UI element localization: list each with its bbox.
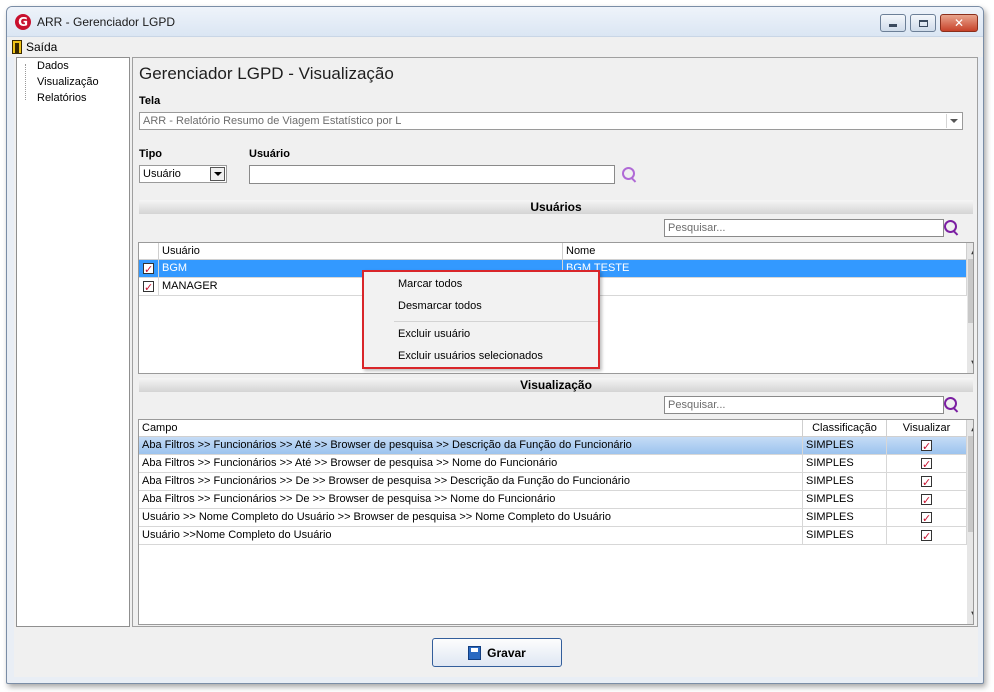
table-row[interactable]: Aba Filtros >> Funcionários >> Até >> Br… (139, 437, 967, 455)
page-title: Gerenciador LGPD - Visualização (139, 64, 394, 83)
classificacao-cell: SIMPLES (803, 527, 887, 545)
checkbox[interactable] (921, 492, 932, 509)
scroll-up-icon[interactable]: ▲ (967, 420, 973, 436)
scroll-thumb[interactable] (968, 436, 973, 532)
menu-exit[interactable]: Saída (26, 40, 57, 54)
table-row[interactable]: Usuário >> Nome Completo do Usuário >> B… (139, 509, 967, 527)
usuarios-vertical-scrollbar[interactable]: ▲ ▼ (967, 243, 973, 373)
checkbox[interactable] (143, 279, 154, 296)
visualizacao-grid: Campo Classificação Visualizar Aba Filtr… (138, 419, 974, 625)
visualizacao-vertical-scrollbar[interactable]: ▲ ▼ (967, 420, 973, 624)
campo-cell: Usuário >> Nome Completo do Usuário >> B… (139, 509, 803, 527)
tree-item-dados[interactable]: Dados (37, 60, 69, 72)
usuario-label: Usuário (249, 148, 290, 160)
tipo-select[interactable]: Usuário (139, 165, 227, 183)
tipo-select-value: Usuário (143, 168, 181, 180)
nome-cell: BGM TESTE (563, 260, 967, 278)
visualizar-cell[interactable] (887, 509, 967, 527)
usuarios-search-input[interactable]: Pesquisar... (664, 219, 944, 237)
menu-bar: Saída (7, 37, 983, 57)
menu-separator (394, 321, 598, 322)
search-icon[interactable] (944, 397, 960, 413)
tree-connector (25, 64, 26, 100)
close-icon: ✕ (953, 16, 965, 30)
usuarios-grid-header: Usuário Nome (139, 243, 967, 260)
tipo-label: Tipo (139, 148, 163, 160)
classificacao-cell: SIMPLES (803, 509, 887, 527)
save-button[interactable]: Gravar (432, 638, 562, 667)
visualizacao-section-header: Visualização (139, 378, 973, 392)
classificacao-cell: SIMPLES (803, 473, 887, 491)
floppy-disk-icon (468, 645, 482, 660)
checkbox[interactable] (921, 474, 932, 491)
menu-item-excluir-selecionados[interactable]: Excluir usuários selecionados (398, 350, 543, 362)
context-menu: Marcar todos Desmarcar todos Excluir usu… (362, 270, 600, 369)
visualizar-cell[interactable] (887, 491, 967, 509)
maximize-icon (918, 19, 928, 27)
visualizar-cell[interactable] (887, 437, 967, 455)
checkbox[interactable] (921, 528, 932, 545)
visualizacao-search-input[interactable]: Pesquisar... (664, 396, 944, 414)
scroll-down-icon[interactable]: ▼ (967, 357, 973, 373)
menu-item-excluir-usuario[interactable]: Excluir usuário (398, 328, 470, 340)
row-checkbox-cell[interactable] (139, 278, 159, 296)
navigation-tree: Dados Visualização Relatórios (16, 57, 130, 627)
table-row[interactable]: Usuário >>Nome Completo do Usuário SIMPL… (139, 527, 967, 545)
table-row[interactable]: Aba Filtros >> Funcionários >> De >> Bro… (139, 491, 967, 509)
save-button-label: Gravar (487, 645, 526, 660)
column-header-campo[interactable]: Campo (139, 420, 803, 437)
window-title: ARR - Gerenciador LGPD (37, 15, 176, 29)
tela-label: Tela (139, 95, 161, 107)
classificacao-cell: SIMPLES (803, 491, 887, 509)
column-header-usuario[interactable]: Usuário (159, 243, 563, 260)
tela-select-value: ARR - Relatório Resumo de Viagem Estatís… (143, 115, 402, 127)
table-row[interactable]: Aba Filtros >> Funcionários >> Até >> Br… (139, 455, 967, 473)
campo-cell: Aba Filtros >> Funcionários >> De >> Bro… (139, 473, 803, 491)
search-icon[interactable] (944, 220, 960, 236)
campo-cell: Aba Filtros >> Funcionários >> De >> Bro… (139, 491, 803, 509)
checkbox[interactable] (143, 261, 154, 278)
visualizacao-grid-header: Campo Classificação Visualizar (139, 420, 967, 437)
scroll-up-icon[interactable]: ▲ (967, 243, 973, 259)
classificacao-cell: SIMPLES (803, 437, 887, 455)
exit-door-icon[interactable] (12, 40, 22, 54)
tree-item-visualizacao[interactable]: Visualização (37, 76, 99, 88)
checkbox[interactable] (921, 510, 932, 527)
campo-cell: Usuário >>Nome Completo do Usuário (139, 527, 803, 545)
visualizar-cell[interactable] (887, 455, 967, 473)
minimize-button[interactable] (880, 14, 906, 32)
title-bar: G ARR - Gerenciador LGPD ✕ (7, 7, 983, 37)
tree-item-relatorios[interactable]: Relatórios (37, 92, 87, 104)
campo-cell: Aba Filtros >> Funcionários >> Até >> Br… (139, 455, 803, 473)
tela-select[interactable]: ARR - Relatório Resumo de Viagem Estatís… (139, 112, 963, 130)
chevron-down-icon[interactable] (946, 114, 961, 128)
checkbox[interactable] (921, 438, 932, 455)
search-icon[interactable] (622, 167, 638, 183)
row-checkbox-cell[interactable] (139, 260, 159, 278)
chevron-down-icon[interactable] (210, 167, 225, 181)
scroll-down-icon[interactable]: ▼ (967, 608, 973, 624)
close-button[interactable]: ✕ (940, 14, 978, 32)
classificacao-cell: SIMPLES (803, 455, 887, 473)
minimize-icon (889, 24, 897, 27)
campo-cell: Aba Filtros >> Funcionários >> Até >> Br… (139, 437, 803, 455)
nome-cell (563, 278, 967, 296)
app-logo-icon: G (15, 14, 31, 30)
scroll-thumb[interactable] (968, 259, 973, 323)
checkbox-header-cell (139, 243, 159, 260)
menu-item-marcar-todos[interactable]: Marcar todos (398, 278, 462, 290)
table-row[interactable]: Aba Filtros >> Funcionários >> De >> Bro… (139, 473, 967, 491)
usuarios-section-header: Usuários (139, 200, 973, 214)
column-header-visualizar[interactable]: Visualizar (887, 420, 967, 437)
checkbox[interactable] (921, 456, 932, 473)
column-header-classificacao[interactable]: Classificação (803, 420, 887, 437)
column-header-nome[interactable]: Nome (563, 243, 967, 260)
visualizar-cell[interactable] (887, 473, 967, 491)
usuario-input[interactable] (249, 165, 615, 184)
menu-item-desmarcar-todos[interactable]: Desmarcar todos (398, 300, 482, 312)
maximize-button[interactable] (910, 14, 936, 32)
visualizar-cell[interactable] (887, 527, 967, 545)
